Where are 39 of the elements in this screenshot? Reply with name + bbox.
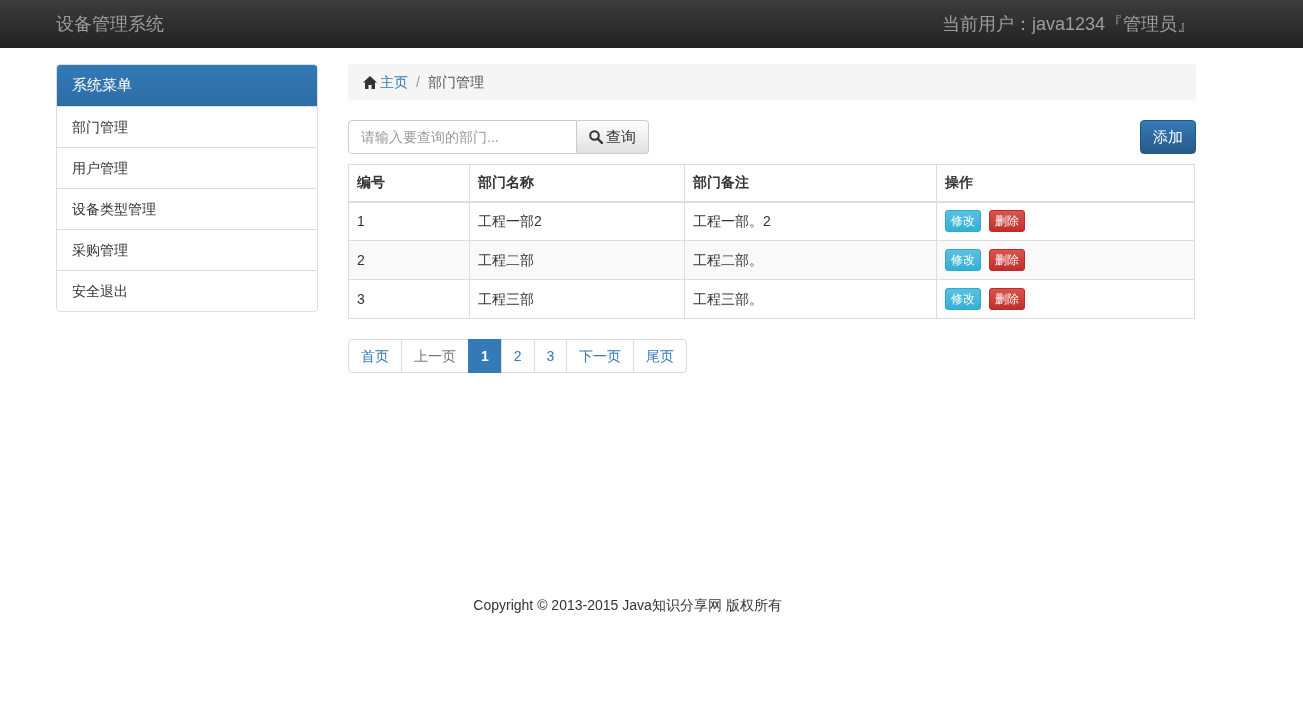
table-cell: 3: [348, 279, 470, 319]
search-icon: [589, 130, 603, 144]
pagination-link[interactable]: 下一页: [566, 339, 635, 373]
table-cell: 工程三部: [469, 279, 685, 319]
delete-button[interactable]: 删除: [989, 249, 1025, 271]
delete-button[interactable]: 删除: [989, 288, 1025, 310]
pagination-link[interactable]: 1: [468, 339, 502, 373]
home-icon: [363, 75, 377, 89]
pagination-link[interactable]: 3: [533, 339, 568, 373]
pagination-link[interactable]: 2: [500, 339, 535, 373]
table-cell: 工程二部。: [684, 240, 937, 280]
sidebar-item[interactable]: 安全退出: [57, 270, 317, 311]
table-cell: 工程一部。2: [684, 201, 937, 241]
sidebar-item[interactable]: 部门管理: [57, 106, 317, 147]
table-cell: 工程二部: [469, 240, 685, 280]
sidebar-item[interactable]: 用户管理: [57, 147, 317, 188]
home-link[interactable]: 主页: [363, 71, 408, 93]
column-header: 部门名称: [469, 164, 685, 202]
pagination-link[interactable]: 首页: [348, 339, 402, 373]
breadcrumb-separator: /: [416, 72, 420, 92]
add-button[interactable]: 添加: [1140, 120, 1196, 154]
delete-button[interactable]: 删除: [989, 210, 1025, 233]
column-header: 操作: [936, 164, 1195, 202]
breadcrumb-current: 部门管理: [427, 72, 484, 92]
column-header: 部门备注: [684, 164, 937, 202]
sidebar-header: 系统菜单: [57, 65, 317, 106]
table-cell: 1: [348, 201, 470, 241]
copyright-text: Copyright © 2013-2015 Java知识分享网 版权所有: [473, 596, 782, 615]
table-cell: 2: [348, 240, 470, 280]
brand-title[interactable]: 设备管理系统: [56, 10, 164, 38]
sidebar-item[interactable]: 采购管理: [57, 229, 317, 270]
search-field[interactable]: 请输入要查询的部门...: [348, 120, 577, 154]
table-cell: 工程一部2: [469, 201, 685, 241]
column-header: 编号: [348, 164, 470, 202]
current-user-text: 当前用户：java1234『管理员』: [941, 12, 1196, 36]
table-cell: 工程三部。: [684, 279, 937, 319]
pagination-link[interactable]: 尾页: [633, 339, 688, 373]
search-button[interactable]: 查询: [577, 120, 649, 154]
sidebar-item[interactable]: 设备类型管理: [57, 188, 317, 229]
